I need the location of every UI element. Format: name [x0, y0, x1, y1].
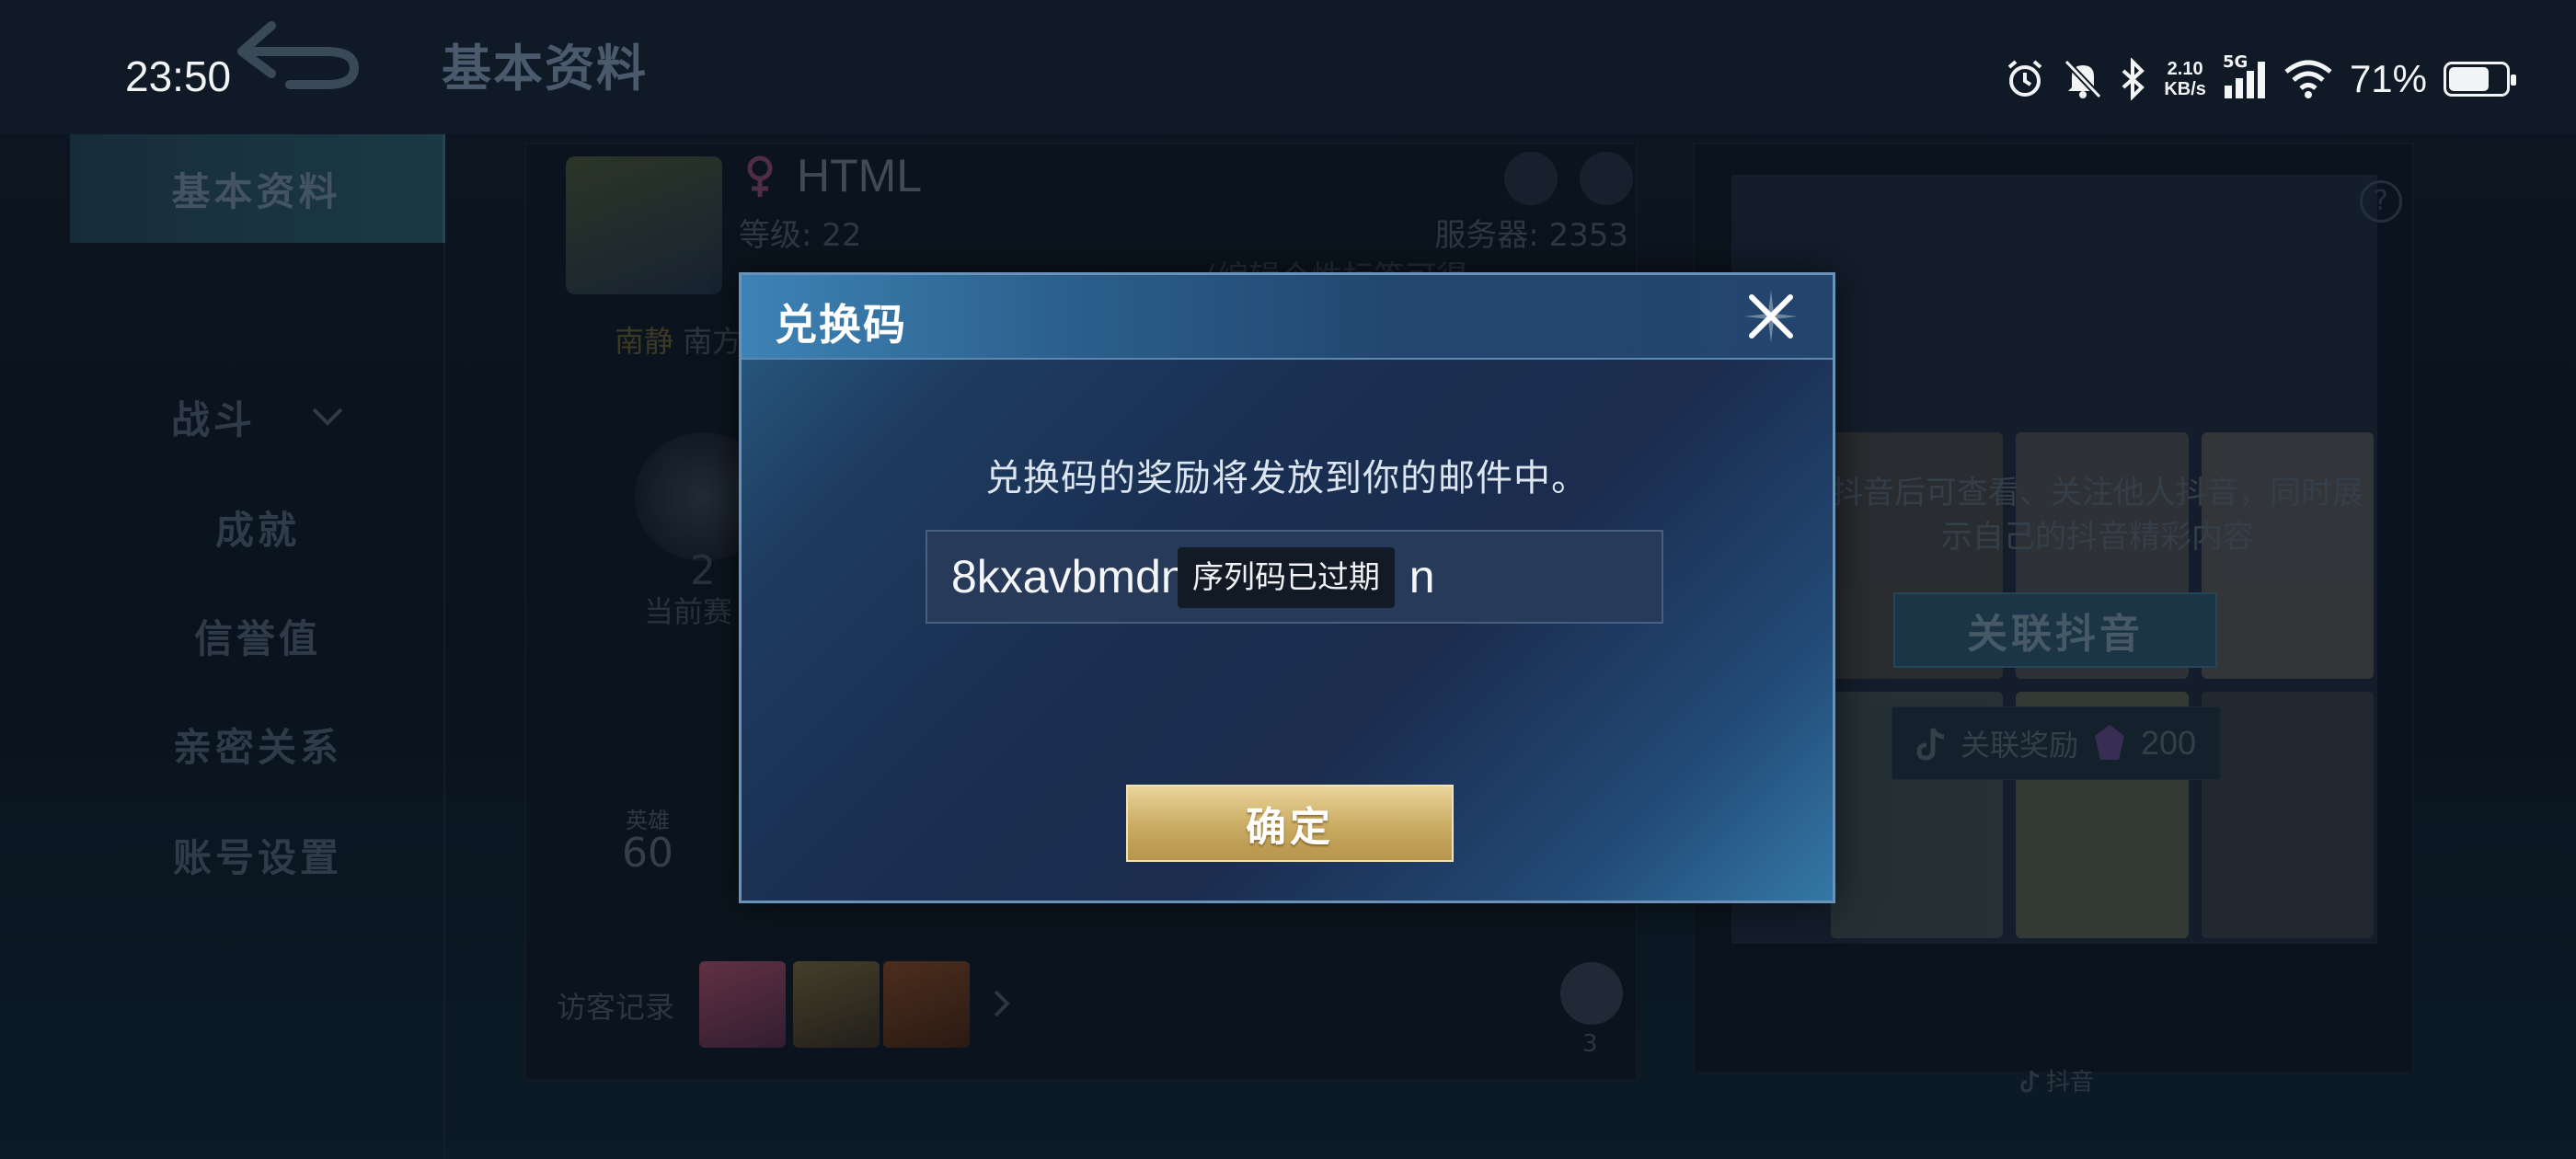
code-value-tail: n	[1409, 551, 1435, 602]
game-app: 基本资料 23:50 2.10 KB/s 5G 71% 基本资料 战斗 成就 信…	[0, 0, 2576, 1159]
battery-icon	[2444, 62, 2516, 97]
code-value: 8kxavbmdn	[951, 551, 1187, 602]
dialog-title: 兑换码	[775, 300, 907, 350]
page-title: 基本资料	[442, 40, 648, 98]
battery-fill	[2449, 67, 2489, 91]
net-speed-unit: KB/s	[2164, 79, 2206, 99]
top-bar: 基本资料 23:50 2.10 KB/s 5G 71%	[0, 0, 2576, 134]
close-icon[interactable]	[1741, 286, 1801, 347]
battery-percent: 71%	[2349, 57, 2427, 100]
network-speed: 2.10 KB/s	[2164, 59, 2206, 99]
bluetooth-icon	[2122, 58, 2145, 100]
expired-toast: 序列码已过期	[1178, 547, 1395, 608]
signal-group: 5G	[2223, 52, 2267, 100]
alarm-icon	[2008, 60, 2042, 97]
mute-bell-icon	[2064, 59, 2102, 99]
network-type: 5G	[2222, 52, 2248, 72]
status-time: 23:50	[125, 52, 232, 100]
dialog-header: 兑换码	[742, 275, 1833, 360]
dialog-description: 兑换码的奖励将发放到你的邮件中。	[985, 457, 1589, 499]
back-arrow-icon[interactable]	[235, 17, 363, 90]
net-speed-value: 2.10	[2167, 59, 2203, 79]
wifi-icon	[2284, 60, 2332, 98]
confirm-button[interactable]: 确定	[1126, 785, 1454, 862]
redeem-code-dialog: 兑换码 兑换码的奖励将发放到你的邮件中。 8kxavbmdn n 序列码已过期 确…	[739, 272, 1835, 903]
status-icons: 2.10 KB/s 5G 71%	[2004, 52, 2516, 107]
